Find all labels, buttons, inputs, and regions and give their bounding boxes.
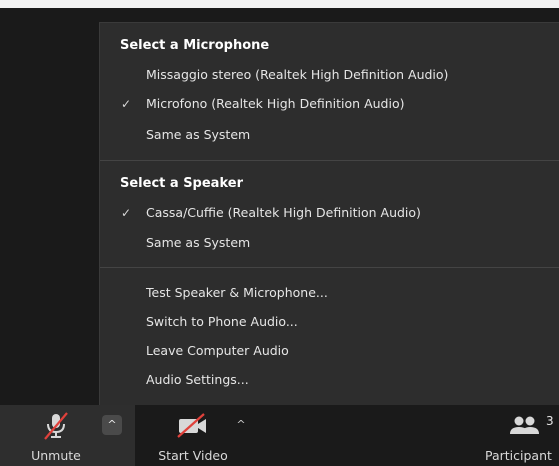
speaker-option-label: Same as System: [146, 235, 251, 250]
check-icon: ✓: [121, 97, 132, 111]
select-microphone-heading: Select a Microphone: [120, 38, 270, 53]
video-options-caret-button[interactable]: ^: [231, 415, 251, 435]
participants-label: Participant: [485, 448, 552, 463]
audio-options-menu: Select a Microphone Missaggio stereo (Re…: [99, 22, 559, 405]
audio-settings-item[interactable]: Audio Settings...: [100, 368, 559, 392]
microphone-muted-icon: [44, 412, 68, 440]
leave-computer-audio-item[interactable]: Leave Computer Audio: [100, 339, 559, 363]
microphone-option-stereo-mix[interactable]: Missaggio stereo (Realtek High Definitio…: [100, 63, 559, 87]
action-item-label: Leave Computer Audio: [146, 343, 289, 358]
speaker-option-cassa-cuffie[interactable]: ✓ Cassa/Cuffie (Realtek High Definition …: [100, 201, 559, 225]
microphone-option-label: Same as System: [146, 127, 251, 142]
unmute-label: Unmute: [31, 448, 81, 463]
unmute-button[interactable]: Unmute: [20, 405, 92, 466]
participants-button[interactable]: 3 Participant: [480, 405, 559, 466]
microphone-option-label: Missaggio stereo (Realtek High Definitio…: [146, 67, 449, 82]
microphone-option-same-as-system[interactable]: Same as System: [100, 123, 559, 147]
start-video-label: Start Video: [158, 448, 228, 463]
zoom-meeting-window: Select a Microphone Missaggio stereo (Re…: [0, 0, 559, 466]
action-item-label: Test Speaker & Microphone...: [146, 285, 328, 300]
menu-divider: [100, 267, 559, 268]
meeting-toolbar: Unmute ^ Start Video ^ 3 Participant: [0, 405, 559, 466]
test-speaker-microphone-item[interactable]: Test Speaker & Microphone...: [100, 281, 559, 305]
participants-icon: [510, 416, 539, 434]
microphone-option-label: Microfono (Realtek High Definition Audio…: [146, 96, 405, 111]
caret-up-icon: ^: [236, 418, 246, 431]
check-icon: ✓: [121, 206, 132, 220]
top-strip: [0, 0, 559, 8]
action-item-label: Switch to Phone Audio...: [146, 314, 298, 329]
select-speaker-heading: Select a Speaker: [120, 176, 243, 191]
caret-up-icon: ^: [107, 418, 117, 431]
video-muted-icon: [177, 413, 206, 438]
menu-divider: [100, 160, 559, 161]
action-item-label: Audio Settings...: [146, 372, 249, 387]
microphone-option-microfono[interactable]: ✓ Microfono (Realtek High Definition Aud…: [100, 92, 559, 116]
audio-options-caret-button[interactable]: ^: [102, 415, 122, 435]
start-video-button[interactable]: Start Video: [148, 405, 238, 466]
speaker-option-same-as-system[interactable]: Same as System: [100, 231, 559, 255]
speaker-option-label: Cassa/Cuffie (Realtek High Definition Au…: [146, 205, 421, 220]
participants-count: 3: [546, 414, 554, 428]
switch-to-phone-audio-item[interactable]: Switch to Phone Audio...: [100, 310, 559, 334]
